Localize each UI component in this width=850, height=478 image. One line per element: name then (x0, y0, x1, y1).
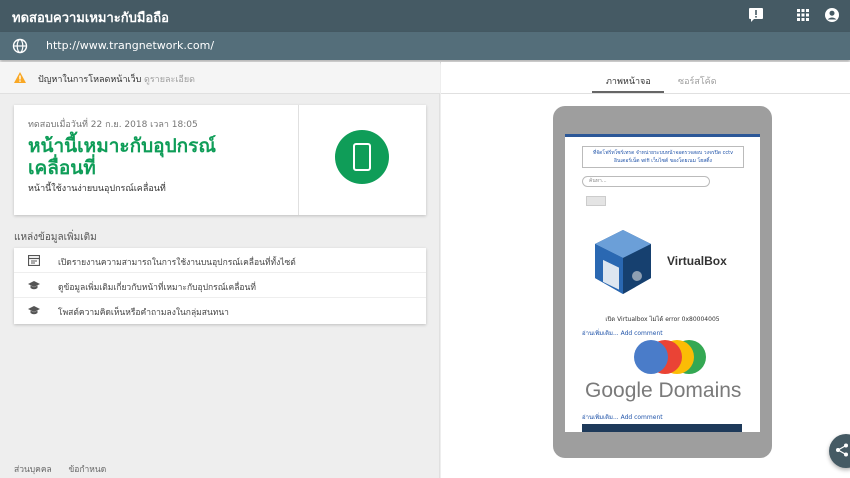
phone-icon (353, 143, 371, 171)
google-domains-logo-icon (634, 340, 706, 374)
school-icon (28, 306, 40, 315)
feedback-icon[interactable] (748, 7, 764, 23)
app-title: ทดสอบความเหมาะกับมือถือ (12, 11, 169, 26)
privacy-link[interactable]: ส่วนบุคคล (14, 465, 52, 475)
read-more-link-1: อ่านเพิ่มเติม... Add comment (582, 330, 663, 337)
preview-tabs: ภาพหน้าจอ ซอร์สโค้ด (441, 62, 850, 94)
app-header: ทดสอบความเหมาะกับมือถือ (0, 0, 850, 32)
page-top-bar (565, 134, 760, 137)
phone-frame: ที่จัดโฟร์ทโซร์เทรด จำหน่ายระบบหน้าจอตรว… (553, 106, 772, 458)
result-headline: หน้านี้เหมาะกับอุปกรณ์ เคลื่อนที่ (28, 135, 288, 179)
active-tab-indicator (592, 91, 664, 93)
warning-text: ปัญหาในการโหลดหน้าเว็บ (38, 75, 142, 85)
page-loading-issues-row[interactable]: ปัญหาในการโหลดหน้าเว็บ ดูรายละเอียด (0, 62, 440, 94)
account-icon[interactable] (824, 7, 840, 23)
result-headline-line1: หน้านี้เหมาะกับอุปกรณ์ (28, 135, 216, 157)
resource-label: เปิดรายงานความสามารถในการใช้งานบนอุปกรณ์… (58, 258, 296, 268)
resources-title: แหล่งข้อมูลเพิ่มเติม (14, 232, 97, 243)
url-bar[interactable]: http://www.trangnetwork.com/ (0, 32, 850, 60)
school-icon (28, 281, 40, 290)
mobile-friendly-badge (335, 130, 389, 184)
terms-link[interactable]: ข้อกำหนด (68, 465, 106, 475)
report-icon (28, 255, 40, 266)
rendered-page-screenshot[interactable]: ที่จัดโฟร์ทโซร์เทรด จำหน่ายระบบหน้าจอตรว… (565, 134, 760, 432)
card-divider (298, 105, 299, 215)
result-headline-line2: เคลื่อนที่ (28, 157, 96, 179)
tab-source-code[interactable]: ซอร์สโค้ด (678, 74, 717, 88)
resource-item-discussion[interactable]: โพสต์ความคิดเห็นหรือคำถามลงในกลุ่มสนทนา (14, 298, 426, 323)
site-menu-button (586, 196, 606, 206)
resource-label: โพสต์ความคิดเห็นหรือคำถามลงในกลุ่มสนทนา (58, 308, 229, 318)
warning-icon (14, 72, 26, 83)
site-banner: ที่จัดโฟร์ทโซร์เทรด จำหน่ายระบบหน้าจอตรว… (582, 146, 744, 168)
footer: ส่วนบุคคล ข้อกำหนด (14, 462, 120, 476)
results-panel: ปัญหาในการโหลดหน้าเว็บ ดูรายละเอียด ทดสอ… (0, 62, 440, 478)
test-date: ทดสอบเมื่อวันที่ 22 ก.ย. 2018 เวลา 18:05 (28, 120, 198, 130)
google-domains-text: Google Domains (585, 379, 742, 402)
post-caption: เปิด Virtualbox ไม่ได้ error 0x80004005 (605, 316, 720, 323)
virtualbox-logo-icon (595, 230, 651, 294)
windows-screenshot-thumbnail (582, 424, 742, 432)
preview-panel: ภาพหน้าจอ ซอร์สโค้ด ที่จัดโฟร์ทโซร์เทรด … (441, 62, 850, 478)
result-card: ทดสอบเมื่อวันที่ 22 ก.ย. 2018 เวลา 18:05… (14, 105, 426, 215)
view-details-link[interactable]: ดูรายละเอียด (144, 72, 195, 86)
tab-screenshot[interactable]: ภาพหน้าจอ (606, 74, 651, 88)
globe-icon (12, 38, 28, 54)
resource-item-site-report[interactable]: เปิดรายงานความสามารถในการใช้งานบนอุปกรณ์… (14, 248, 426, 273)
share-icon (836, 443, 848, 457)
resource-item-learn-more[interactable]: ดูข้อมูลเพิ่มเติมเกี่ยวกับหน้าที่เหมาะกั… (14, 273, 426, 298)
url-text: http://www.trangnetwork.com/ (46, 39, 215, 52)
virtualbox-text: VirtualBox (667, 254, 727, 268)
result-subtext: หน้านี้ใช้งานง่ายบนอุปกรณ์เคลื่อนที่ (28, 184, 166, 194)
resource-label: ดูข้อมูลเพิ่มเติมเกี่ยวกับหน้าที่เหมาะกั… (58, 283, 256, 293)
apps-grid-icon[interactable] (795, 7, 811, 23)
site-search-input: ค้นหา... (582, 176, 710, 187)
resources-list: เปิดรายงานความสามารถในการใช้งานบนอุปกรณ์… (14, 248, 426, 324)
read-more-link-2: อ่านเพิ่มเติม... Add comment (582, 414, 663, 421)
